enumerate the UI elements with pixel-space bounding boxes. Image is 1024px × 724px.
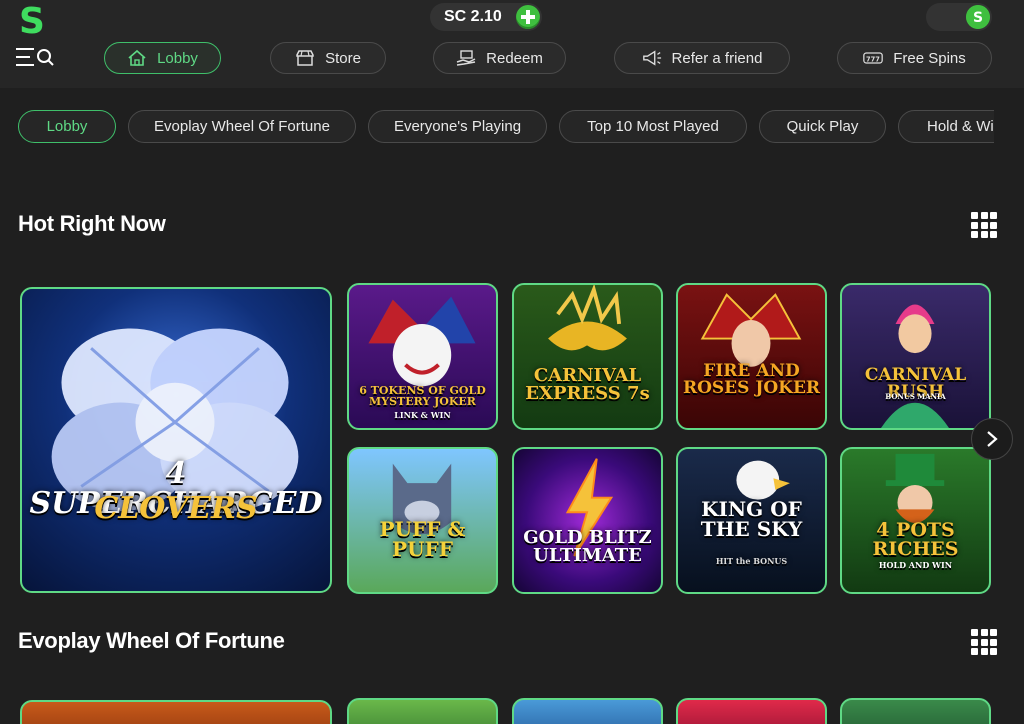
menu-search-icon[interactable] bbox=[16, 46, 56, 68]
game-tile[interactable]: CARNIVAL EXPRESS 7s bbox=[512, 283, 663, 430]
currency-toggle[interactable]: S bbox=[926, 3, 992, 31]
fire-joker-art bbox=[700, 293, 802, 367]
game-tile[interactable] bbox=[840, 698, 991, 724]
nav-store-label: Store bbox=[325, 49, 361, 67]
nav-refer-label: Refer a friend bbox=[671, 49, 763, 67]
game-title: GOLD BLITZ ULTIMATE bbox=[523, 527, 652, 566]
game-tile[interactable]: GOLD BLITZ ULTIMATE bbox=[512, 447, 663, 594]
tab-everyones-playing[interactable]: Everyone's Playing bbox=[368, 110, 547, 143]
featured-game-tile[interactable]: 4 SUPERCHARGED CLOVERS bbox=[20, 287, 332, 593]
game-title: CARNIVAL EXPRESS 7s bbox=[525, 365, 650, 404]
nav-store-button[interactable]: Store bbox=[270, 42, 386, 74]
nav-lobby-button[interactable]: Lobby bbox=[104, 42, 221, 74]
svg-text:777: 777 bbox=[866, 55, 880, 63]
game-tile[interactable]: 4 POTS RICHES HOLD AND WIN bbox=[840, 447, 991, 594]
redeem-icon bbox=[456, 50, 476, 66]
featured-title-line2: CLOVERS bbox=[94, 491, 258, 526]
category-tabs: Lobby Evoplay Wheel Of Fortune Everyone'… bbox=[0, 100, 994, 152]
coin-balance[interactable]: SC 2.10 bbox=[430, 3, 542, 31]
game-tile[interactable] bbox=[676, 698, 827, 724]
nav-free-spins-label: Free Spins bbox=[893, 49, 966, 67]
nav-lobby-label: Lobby bbox=[157, 49, 198, 67]
game-title: PUFF & PUFF bbox=[379, 517, 466, 561]
game-title: 4 POTS RICHES bbox=[872, 519, 959, 560]
top-header: S SC 2.10 S Lobby Store Redeem Refer a f… bbox=[0, 0, 1024, 88]
nav-free-spins-button[interactable]: 777 Free Spins bbox=[837, 42, 992, 74]
carnival-rush-art bbox=[880, 304, 950, 428]
game-tile[interactable]: CARNIVAL RUSH BONUS MANIA bbox=[840, 283, 991, 430]
game-tile[interactable] bbox=[347, 698, 498, 724]
game-title: 6 TOKENS OF GOLD MYSTERY JOKER bbox=[359, 384, 486, 408]
add-coins-icon[interactable] bbox=[516, 5, 540, 29]
store-icon bbox=[296, 50, 314, 66]
game-subtitle: HOLD AND WIN bbox=[878, 560, 953, 570]
game-tile[interactable]: 6 TOKENS OF GOLD MYSTERY JOKER LINK & WI… bbox=[347, 283, 498, 430]
featured-game-tile[interactable] bbox=[20, 700, 332, 724]
carousel-next-button[interactable] bbox=[971, 418, 1013, 460]
home-icon bbox=[128, 49, 146, 66]
section-title-hot: Hot Right Now bbox=[18, 211, 166, 236]
site-logo-icon[interactable]: S bbox=[14, 2, 50, 38]
tab-evoplay-wheel[interactable]: Evoplay Wheel Of Fortune bbox=[128, 110, 356, 143]
diamond-clover-art bbox=[51, 328, 299, 512]
carnival-mask-art bbox=[548, 285, 627, 351]
game-tile[interactable]: PUFF & PUFF bbox=[347, 447, 498, 594]
view-all-grid-icon[interactable] bbox=[971, 629, 997, 655]
sweeps-coin-icon: S bbox=[966, 5, 990, 29]
tab-hold-and-win[interactable]: Hold & Wi bbox=[898, 110, 994, 143]
section-title-evoplay: Evoplay Wheel Of Fortune bbox=[18, 628, 285, 653]
view-all-grid-icon[interactable] bbox=[971, 212, 997, 238]
game-title: FIRE AND ROSES JOKER bbox=[682, 361, 821, 398]
megaphone-icon bbox=[642, 50, 661, 66]
balance-value: SC 2.10 bbox=[444, 8, 502, 25]
game-tile[interactable] bbox=[512, 698, 663, 724]
game-subtitle: LINK & WIN bbox=[394, 410, 451, 420]
nav-redeem-label: Redeem bbox=[486, 49, 543, 67]
game-tile[interactable]: FIRE AND ROSES JOKER bbox=[676, 283, 827, 430]
chevron-right-icon bbox=[987, 431, 998, 447]
game-tile[interactable]: KING OF THE SKY HIT the BONUS bbox=[676, 447, 827, 594]
lightning-art bbox=[565, 458, 614, 557]
slot-777-icon: 777 bbox=[863, 52, 884, 64]
tab-top-10[interactable]: Top 10 Most Played bbox=[559, 110, 747, 143]
svg-text:S: S bbox=[19, 2, 45, 38]
tab-quick-play[interactable]: Quick Play bbox=[759, 110, 886, 143]
nav-redeem-button[interactable]: Redeem bbox=[433, 42, 566, 74]
game-subtitle: HIT the BONUS bbox=[715, 556, 788, 566]
nav-refer-button[interactable]: Refer a friend bbox=[614, 42, 790, 74]
tab-lobby[interactable]: Lobby bbox=[18, 110, 116, 143]
game-title: KING OF THE SKY bbox=[700, 497, 803, 541]
svg-text:S: S bbox=[973, 10, 983, 26]
game-subtitle: BONUS MANIA bbox=[885, 392, 946, 401]
